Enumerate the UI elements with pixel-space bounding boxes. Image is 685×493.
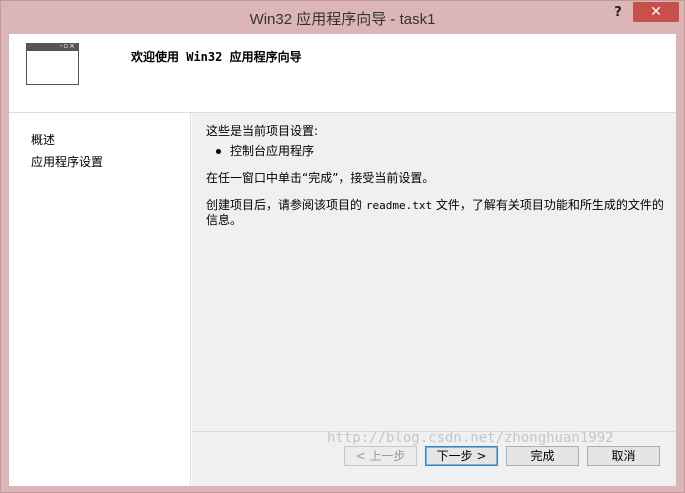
sidebar-item-overview[interactable]: 概述 <box>31 131 55 148</box>
prev-button[interactable]: < 上一步 <box>344 446 417 466</box>
readme-hint: 创建项目后，请参阅该项目的 readme.txt 文件，了解有关项目功能和所生成… <box>206 198 666 228</box>
banner: -▫× 欢迎使用 Win32 应用程序向导 <box>9 34 676 112</box>
readme-before: 创建项目后，请参阅该项目的 <box>206 198 363 212</box>
watermark: http://blog.csdn.net/zhonghuan1992 <box>327 430 614 446</box>
sidebar-item-app-settings[interactable]: 应用程序设置 <box>31 153 103 170</box>
sidebar: 概述 应用程序设置 <box>9 113 190 486</box>
banner-heading: 欢迎使用 Win32 应用程序向导 <box>131 50 302 64</box>
wizard-client: -▫× 欢迎使用 Win32 应用程序向导 概述 应用程序设置 这些是当前项目设… <box>9 34 676 486</box>
wizard-window-icon: -▫× <box>26 42 79 85</box>
readme-filename: readme.txt <box>365 199 433 212</box>
title-bar[interactable]: Win32 应用程序向导 - task1 ? ✕ <box>1 1 684 34</box>
close-button[interactable]: ✕ <box>633 2 679 22</box>
finish-hint: 在任一窗口中单击“完成”，接受当前设置。 <box>206 171 435 185</box>
bullet-text: 控制台应用程序 <box>230 144 315 158</box>
settings-intro: 这些是当前项目设置: <box>206 124 319 138</box>
finish-button[interactable]: 完成 <box>506 446 579 466</box>
settings-bullet: 控制台应用程序 <box>216 144 314 159</box>
wizard-window: Win32 应用程序向导 - task1 ? ✕ -▫× 欢迎使用 Win32 … <box>0 0 685 493</box>
next-button[interactable]: 下一步 > <box>425 446 498 466</box>
help-button[interactable]: ? <box>607 4 629 22</box>
cancel-button[interactable]: 取消 <box>587 446 660 466</box>
window-title: Win32 应用程序向导 - task1 <box>249 11 436 28</box>
bullet-icon <box>216 149 221 154</box>
